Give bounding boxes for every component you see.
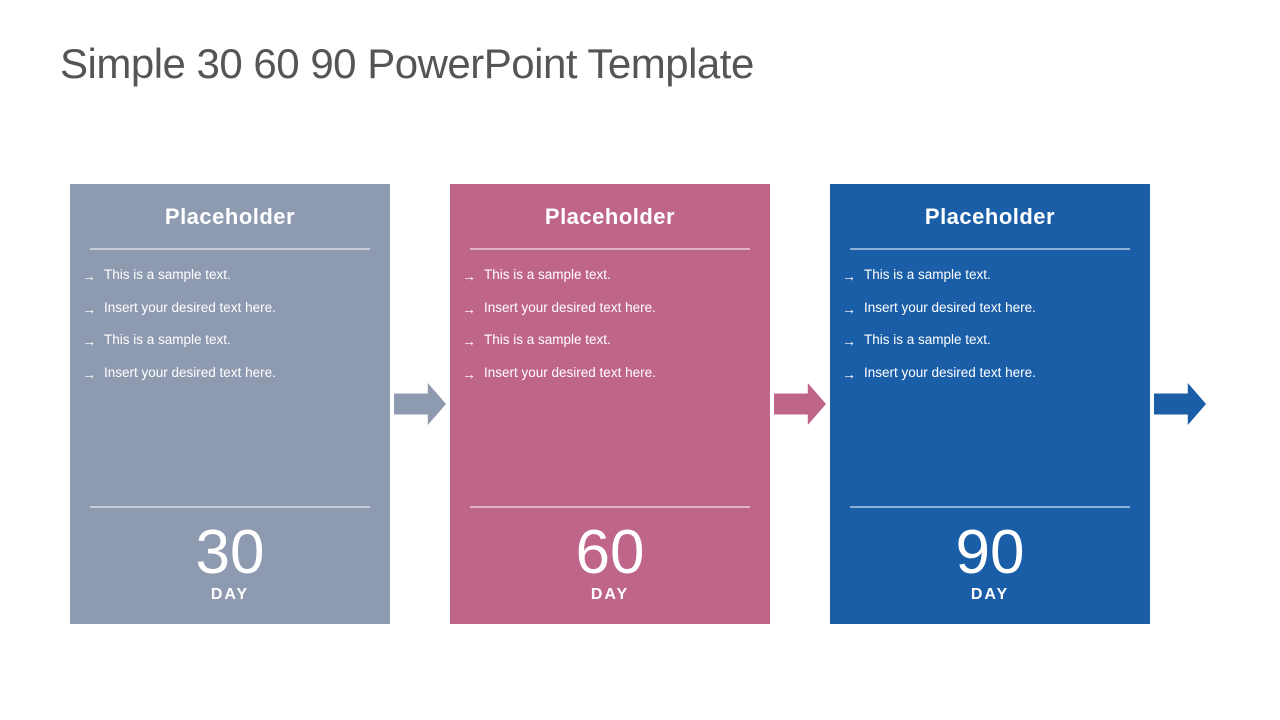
bullet-item: → This is a sample text. [462, 331, 754, 352]
bullet-item: → Insert your desired text here. [82, 364, 374, 385]
arrow-1-icon [394, 383, 446, 425]
arrow-icon: → [842, 365, 856, 385]
bullet-item: → Insert your desired text here. [82, 299, 374, 320]
arrow-icon: → [462, 267, 476, 287]
card-60-title: Placeholder [470, 204, 750, 230]
arrow-icon: → [842, 332, 856, 352]
card-30-title: Placeholder [90, 204, 370, 230]
card-90-body: → This is a sample text. → Insert your d… [830, 250, 1150, 506]
card-90-day-number: 90 [850, 522, 1130, 584]
bullet-item: → This is a sample text. [842, 266, 1134, 287]
card-60-footer: 60 DAY [450, 508, 770, 624]
slide: Simple 30 60 90 PowerPoint Template Plac… [0, 0, 1280, 720]
card-90-title: Placeholder [850, 204, 1130, 230]
bullet-item: → This is a sample text. [842, 331, 1134, 352]
card-30-day-label: DAY [90, 586, 370, 604]
bullet-item: → Insert your desired text here. [462, 299, 754, 320]
card-60-day: Placeholder → This is a sample text. → I… [450, 184, 770, 624]
slide-title: Simple 30 60 90 PowerPoint Template [60, 40, 1220, 88]
bullet-item: → This is a sample text. [82, 331, 374, 352]
card-30-day: Placeholder → This is a sample text. → I… [70, 184, 390, 624]
arrow-icon: → [842, 267, 856, 287]
arrow-icon: → [462, 332, 476, 352]
arrow-icon: → [842, 300, 856, 320]
arrow-icon: → [82, 300, 96, 320]
arrow-2-container [770, 383, 830, 425]
arrow-icon: → [82, 332, 96, 352]
card-90-footer: 90 DAY [830, 508, 1150, 624]
card-30-footer: 30 DAY [70, 508, 390, 624]
arrow-1-container [390, 383, 450, 425]
arrow-2-icon [774, 383, 826, 425]
card-60-day-label: DAY [470, 586, 750, 604]
bullet-item: → Insert your desired text here. [842, 299, 1134, 320]
arrow-3-container [1150, 383, 1210, 425]
card-90-day-label: DAY [850, 586, 1130, 604]
card-30-body: → This is a sample text. → Insert your d… [70, 250, 390, 506]
bullet-item: → This is a sample text. [82, 266, 374, 287]
arrow-icon: → [462, 365, 476, 385]
arrow-icon: → [82, 365, 96, 385]
card-60-header: Placeholder [450, 184, 770, 240]
arrow-icon: → [82, 267, 96, 287]
bullet-item: → Insert your desired text here. [842, 364, 1134, 385]
card-30-day-number: 30 [90, 522, 370, 584]
card-30-header: Placeholder [70, 184, 390, 240]
card-90-header: Placeholder [830, 184, 1150, 240]
bullet-item: → This is a sample text. [462, 266, 754, 287]
arrow-icon: → [462, 300, 476, 320]
arrow-3-icon [1154, 383, 1206, 425]
card-60-body: → This is a sample text. → Insert your d… [450, 250, 770, 506]
card-90-day: Placeholder → This is a sample text. → I… [830, 184, 1150, 624]
card-60-day-number: 60 [470, 522, 750, 584]
cards-container: Placeholder → This is a sample text. → I… [60, 128, 1220, 680]
bullet-item: → Insert your desired text here. [462, 364, 754, 385]
